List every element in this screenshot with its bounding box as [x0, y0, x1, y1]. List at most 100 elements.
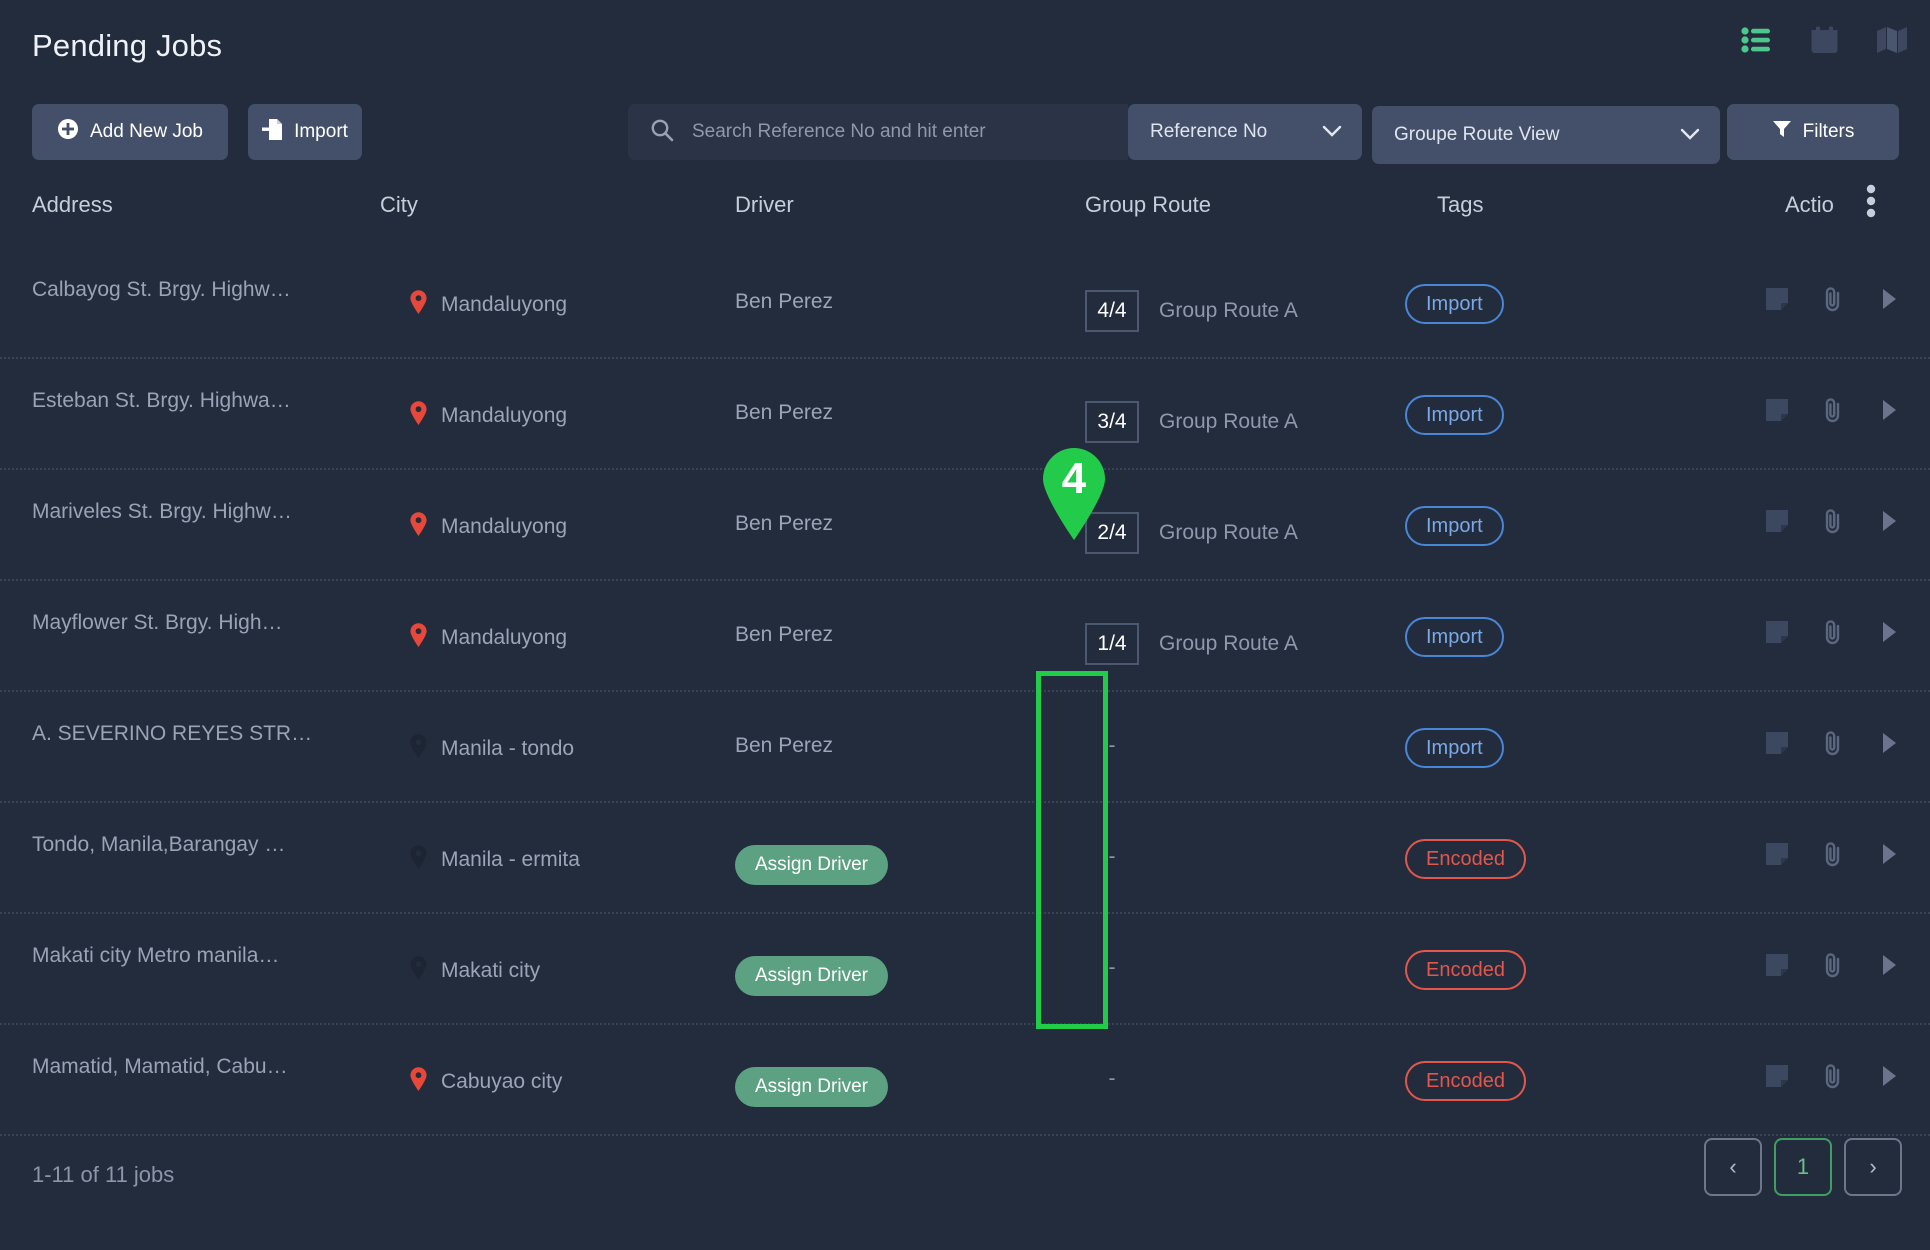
- attachment-icon[interactable]: [1820, 508, 1846, 534]
- table-row[interactable]: Mayflower St. Brgy. High… Mandaluyong Ben …: [0, 581, 1930, 692]
- calendar-view-icon[interactable]: [1806, 22, 1842, 58]
- expand-icon[interactable]: [1876, 508, 1902, 534]
- add-new-job-label: Add New Job: [89, 121, 203, 142]
- cell-group-route: -: [1085, 1067, 1159, 1091]
- column-header-actions: Actio: [1785, 192, 1834, 217]
- column-options-menu-icon[interactable]: [1866, 184, 1876, 224]
- location-pin-icon: [410, 845, 427, 875]
- cell-tags: Import: [1405, 728, 1504, 768]
- note-icon[interactable]: [1764, 841, 1790, 867]
- city-label: Mandaluyong: [441, 293, 568, 316]
- status-badge[interactable]: Encoded: [1405, 950, 1526, 990]
- note-icon[interactable]: [1764, 397, 1790, 423]
- status-badge[interactable]: Import: [1405, 284, 1504, 324]
- assign-driver-button[interactable]: Assign Driver: [735, 1067, 888, 1107]
- cell-address: Tondo, Manila,Barangay …: [32, 833, 286, 856]
- note-icon[interactable]: [1764, 1063, 1790, 1089]
- search-icon: [650, 118, 674, 147]
- table-row[interactable]: Tondo, Manila,Barangay … Manila - ermita A…: [0, 803, 1930, 914]
- sequence-empty: -: [1108, 956, 1116, 979]
- note-icon[interactable]: [1764, 508, 1790, 534]
- route-view-value: Groupe Route View: [1394, 124, 1560, 145]
- route-name-label: Group Route A: [1159, 521, 1298, 544]
- table-row[interactable]: Makati city Metro manila… Makati city Assi…: [0, 914, 1930, 1025]
- city-label: Makati city: [441, 959, 541, 982]
- sequence-badge: 2/4: [1085, 512, 1139, 554]
- attachment-icon[interactable]: [1820, 841, 1846, 867]
- sequence-badge: 4/4: [1085, 290, 1139, 332]
- expand-icon[interactable]: [1876, 397, 1902, 423]
- status-badge[interactable]: Import: [1405, 728, 1504, 768]
- status-badge[interactable]: Import: [1405, 395, 1504, 435]
- route-name-label: Group Route A: [1159, 299, 1298, 322]
- sequence-empty: -: [1108, 845, 1116, 868]
- page-1-button[interactable]: 1: [1774, 1138, 1832, 1196]
- table-row[interactable]: Calbayog St. Brgy. Highw… Mandaluyong Ben …: [0, 248, 1930, 359]
- expand-icon[interactable]: [1876, 1063, 1902, 1089]
- attachment-icon[interactable]: [1820, 286, 1846, 312]
- route-view-select[interactable]: Groupe Route View: [1372, 106, 1720, 164]
- next-page-button[interactable]: ›: [1844, 1138, 1902, 1196]
- cell-tags: Encoded: [1405, 1061, 1526, 1101]
- cell-actions: [1764, 841, 1902, 867]
- location-pin-icon: [410, 956, 427, 986]
- expand-icon[interactable]: [1876, 841, 1902, 867]
- table-footer: 1-11 of 11 jobs ‹ 1 ›: [0, 1110, 1930, 1250]
- status-badge[interactable]: Encoded: [1405, 839, 1526, 879]
- cell-actions: [1764, 730, 1902, 756]
- map-view-icon[interactable]: [1874, 22, 1910, 58]
- search-input[interactable]: [692, 121, 1092, 143]
- search-bar: [628, 104, 1128, 160]
- note-icon[interactable]: [1764, 286, 1790, 312]
- plus-circle-icon: [57, 118, 79, 146]
- cell-driver[interactable]: Assign Driver: [735, 956, 888, 996]
- column-header-group-route: Group Route: [1085, 192, 1211, 217]
- cell-group-route: 3/4 Group Route A: [1085, 401, 1298, 443]
- note-icon[interactable]: [1764, 952, 1790, 978]
- chevron-down-icon: [1322, 125, 1342, 140]
- cell-address: Makati city Metro manila…: [32, 944, 280, 967]
- cell-group-route: -: [1085, 956, 1159, 980]
- location-pin-icon: [410, 734, 427, 764]
- cell-city: Mandaluyong: [410, 623, 567, 653]
- note-icon[interactable]: [1764, 730, 1790, 756]
- attachment-icon[interactable]: [1820, 397, 1846, 423]
- assign-driver-button[interactable]: Assign Driver: [735, 956, 888, 996]
- filters-button[interactable]: Filters: [1727, 104, 1899, 160]
- status-badge[interactable]: Import: [1405, 506, 1504, 546]
- cell-driver[interactable]: Assign Driver: [735, 845, 888, 885]
- expand-icon[interactable]: [1876, 286, 1902, 312]
- cell-tags: Import: [1405, 617, 1504, 657]
- status-badge[interactable]: Import: [1405, 617, 1504, 657]
- cell-tags: Import: [1405, 284, 1504, 324]
- chevron-down-icon: [1680, 128, 1700, 143]
- prev-page-button[interactable]: ‹: [1704, 1138, 1762, 1196]
- search-field-value: Reference No: [1150, 121, 1268, 142]
- expand-icon[interactable]: [1876, 730, 1902, 756]
- table-row[interactable]: Mariveles St. Brgy. Highw… Mandaluyong Ben…: [0, 470, 1930, 581]
- cell-driver: Ben Perez: [735, 512, 834, 535]
- cell-city: Manila - tondo: [410, 734, 574, 764]
- expand-icon[interactable]: [1876, 619, 1902, 645]
- cell-tags: Import: [1405, 506, 1504, 546]
- search-field-select[interactable]: Reference No: [1128, 104, 1362, 160]
- attachment-icon[interactable]: [1820, 952, 1846, 978]
- import-label: Import: [294, 121, 348, 142]
- cell-tags: Encoded: [1405, 950, 1526, 990]
- import-button[interactable]: Import: [248, 104, 362, 160]
- cell-group-route: 2/4 Group Route A: [1085, 512, 1298, 554]
- cell-address: Mariveles St. Brgy. Highw…: [32, 500, 292, 523]
- attachment-icon[interactable]: [1820, 1063, 1846, 1089]
- expand-icon[interactable]: [1876, 952, 1902, 978]
- note-icon[interactable]: [1764, 619, 1790, 645]
- table-row[interactable]: A. SEVERINO REYES STR… Manila - tondo Ben …: [0, 692, 1930, 803]
- attachment-icon[interactable]: [1820, 730, 1846, 756]
- attachment-icon[interactable]: [1820, 619, 1846, 645]
- cell-address: Calbayog St. Brgy. Highw…: [32, 278, 291, 301]
- add-new-job-button[interactable]: Add New Job: [32, 104, 228, 160]
- status-badge[interactable]: Encoded: [1405, 1061, 1526, 1101]
- list-view-icon[interactable]: [1738, 22, 1774, 58]
- cell-driver[interactable]: Assign Driver: [735, 1067, 888, 1107]
- assign-driver-button[interactable]: Assign Driver: [735, 845, 888, 885]
- table-row[interactable]: Esteban St. Brgy. Highwa… Mandaluyong Ben …: [0, 359, 1930, 470]
